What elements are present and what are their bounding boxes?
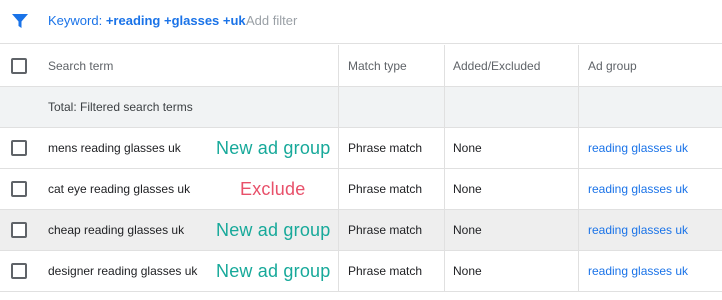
added-excluded-cell: None <box>444 169 578 209</box>
total-row: Total: Filtered search terms <box>0 87 722 128</box>
total-label: Total: Filtered search terms <box>48 100 193 114</box>
add-filter-button[interactable]: Add filter <box>246 13 297 28</box>
ad-group-link[interactable]: reading glasses uk <box>588 264 688 278</box>
table-header-row: Search term Match type Added/Excluded Ad… <box>0 45 722 87</box>
keyword-filter-value: +reading +glasses +uk <box>105 13 246 28</box>
keyword-filter-chip[interactable]: Keyword: +reading +glasses +uk <box>48 13 246 28</box>
row-checkbox[interactable] <box>11 140 27 156</box>
annotation-new-ad-group: New ad group <box>216 260 331 281</box>
search-term-text: mens reading glasses uk <box>48 141 181 155</box>
row-checkbox[interactable] <box>11 181 27 197</box>
ad-group-link[interactable]: reading glasses uk <box>588 223 688 237</box>
keyword-filter-label: Keyword: <box>48 13 103 28</box>
ad-group-link[interactable]: reading glasses uk <box>588 141 688 155</box>
column-header-match-type[interactable]: Match type <box>338 45 444 86</box>
select-all-checkbox[interactable] <box>11 57 27 74</box>
annotation-new-ad-group: New ad group <box>216 219 331 240</box>
search-term-text: cat eye reading glasses uk <box>48 182 191 196</box>
search-term-text: cheap reading glasses uk <box>48 223 185 237</box>
annotation-exclude: Exclude <box>240 178 306 199</box>
search-term-text: designer reading glasses uk <box>48 264 198 278</box>
column-header-added-excluded[interactable]: Added/Excluded <box>444 45 578 86</box>
search-terms-table: Search term Match type Added/Excluded Ad… <box>0 45 722 292</box>
match-type-cell: Phrase match <box>338 210 444 250</box>
ad-group-link[interactable]: reading glasses uk <box>588 182 688 196</box>
filter-bar: Keyword: +reading +glasses +uk Add filte… <box>0 0 722 44</box>
row-checkbox[interactable] <box>11 263 27 279</box>
annotation-new-ad-group: New ad group <box>216 137 331 158</box>
table-row: cat eye reading glasses uk Exclude Phras… <box>0 169 722 210</box>
match-type-cell: Phrase match <box>338 128 444 168</box>
filter-icon[interactable] <box>11 12 29 30</box>
column-header-ad-group[interactable]: Ad group <box>578 45 722 86</box>
match-type-cell: Phrase match <box>338 169 444 209</box>
table-row: designer reading glasses uk New ad group… <box>0 251 722 292</box>
added-excluded-cell: None <box>444 251 578 291</box>
column-header-search-term[interactable]: Search term <box>38 45 338 86</box>
table-row: mens reading glasses uk New ad group Phr… <box>0 128 722 169</box>
added-excluded-cell: None <box>444 210 578 250</box>
added-excluded-cell: None <box>444 128 578 168</box>
table-row: cheap reading glasses uk New ad group Ph… <box>0 210 722 251</box>
match-type-cell: Phrase match <box>338 251 444 291</box>
row-checkbox[interactable] <box>11 222 27 238</box>
